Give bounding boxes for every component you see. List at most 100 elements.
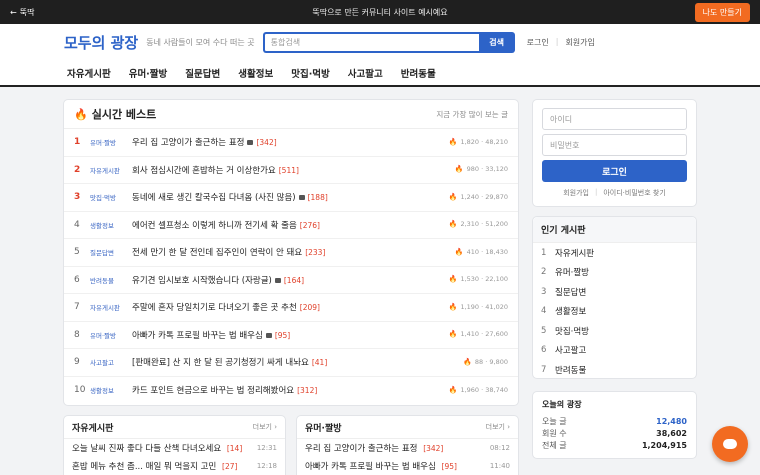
stat-label: 회원 수 xyxy=(542,428,567,438)
search-button[interactable]: 검색 xyxy=(478,32,515,53)
post-title[interactable]: 카드 포인트 현금으로 바꾸는 법 정리해봤어요 [312] xyxy=(132,384,449,396)
nav-item-life[interactable]: 생활정보 xyxy=(238,66,273,80)
login-button[interactable]: 로그인 xyxy=(542,160,687,182)
post-title[interactable]: 유기견 임시보호 시작했습니다 (자랑글) [164] xyxy=(132,274,449,286)
board-name: 유머·짤방 xyxy=(555,268,589,279)
board-name: 맛집·먹방 xyxy=(555,326,589,337)
board-name: 질문답변 xyxy=(555,287,587,298)
post-title[interactable]: 아빠가 카톡 프로필 바꾸는 법 배우심 [95] xyxy=(132,329,449,341)
best-post-row[interactable]: 9 사고팔고 [판매완료] 산 지 한 달 된 공기청정기 싸게 내놔요 [41] 🔥 8… xyxy=(64,349,518,377)
category-label[interactable]: 자유게시판 xyxy=(90,165,132,175)
id-field[interactable]: 아이디 xyxy=(542,108,687,130)
best-post-row[interactable]: 5 질문답변 전세 만기 한 달 전인데 집주인이 연락이 안 돼요 [233] 🔥 41… xyxy=(64,239,518,267)
signup-link[interactable]: 회원가입 xyxy=(563,188,589,198)
login-links: 회원가입 | 아이디·비밀번호 찾기 xyxy=(542,188,687,198)
best-post-row[interactable]: 4 생활정보 에어컨 셀프청소 이렇게 하니까 전기세 확 줄음 [276] 🔥 2,31… xyxy=(64,212,518,239)
post-time: 08:12 xyxy=(489,444,510,452)
board-preview-humor: 유머·짤방 더보기 › 우리 집 고양이가 출근하는 표정 [342] 08:1… xyxy=(296,415,519,475)
best-post-row[interactable]: 2 자유게시판 회사 점심시간에 혼밥하는 거 이상한가요 [511] 🔥 980 · 3… xyxy=(64,157,518,184)
popular-board-item[interactable]: 1 자유게시판 xyxy=(533,243,696,263)
popular-board-item[interactable]: 6 사고팔고 xyxy=(533,341,696,361)
likes-views: 980 · 33,120 xyxy=(466,165,508,174)
comment-count: [188] xyxy=(307,193,328,203)
item-number: 4 xyxy=(541,306,547,317)
category-label[interactable]: 유머·짤방 xyxy=(90,330,132,340)
popular-board-item[interactable]: 4 생활정보 xyxy=(533,302,696,322)
nav-item-free[interactable]: 자유게시판 xyxy=(67,66,111,80)
arrow-left-icon: ← xyxy=(10,7,17,17)
password-field[interactable]: 비밀번호 xyxy=(542,134,687,156)
best-post-row[interactable]: 1 유머·짤방 우리 집 고양이가 출근하는 표정 [342] 🔥 1,820 · 48,… xyxy=(64,129,518,157)
signup-link[interactable]: 회원가입 xyxy=(565,37,594,48)
popular-board-item[interactable]: 7 반려동물 xyxy=(533,360,696,380)
post-title[interactable]: 주말에 혼자 당일치기로 다녀오기 좋은 곳 추천 [209] xyxy=(132,301,449,313)
category-label[interactable]: 질문답변 xyxy=(90,247,132,257)
item-number: 6 xyxy=(541,345,547,356)
post-title[interactable]: [판매완료] 산 지 한 달 된 공기청정기 싸게 내놔요 [41] xyxy=(132,356,463,368)
category-label[interactable]: 생활정보 xyxy=(90,220,132,230)
category-label[interactable]: 유머·짤방 xyxy=(90,137,132,147)
best-post-row[interactable]: 8 유머·짤방 아빠가 카톡 프로필 바꾸는 법 배우심 [95] 🔥 1,410 · 2… xyxy=(64,322,518,349)
popular-board-item[interactable]: 2 유머·짤방 xyxy=(533,263,696,283)
list-item[interactable]: 우리 집 고양이가 출근하는 표정 [342] 08:12 xyxy=(297,439,518,457)
more-link[interactable]: 더보기 › xyxy=(253,422,277,432)
likes-views: 410 · 18,430 xyxy=(466,247,508,256)
sidebar: 아이디 비밀번호 로그인 회원가입 | 아이디·비밀번호 찾기 인기 게시판 1… xyxy=(532,99,697,459)
find-account-link[interactable]: 아이디·비밀번호 찾기 xyxy=(603,188,665,198)
popular-board-item[interactable]: 5 맛집·먹방 xyxy=(533,321,696,341)
best-post-row[interactable]: 6 반려동물 유기견 임시보호 시작했습니다 (자랑글) [164] 🔥 1,530 · … xyxy=(64,267,518,294)
best-subtitle: 지금 가장 많이 보는 글 xyxy=(436,109,508,119)
nav-item-qna[interactable]: 질문답변 xyxy=(185,66,220,80)
fire-icon: 🔥 xyxy=(463,357,472,366)
list-item[interactable]: 오늘 날씨 진짜 좋다 다들 산책 다녀오세요 [14] 12:31 xyxy=(64,439,285,457)
category-label[interactable]: 자유게시판 xyxy=(90,302,132,312)
best-post-row[interactable]: 10 생활정보 카드 포인트 현금으로 바꾸는 법 정리해봤어요 [312] 🔥 1,96… xyxy=(64,377,518,405)
post-title[interactable]: 회사 점심시간에 혼밥하는 거 이상한가요 [511] xyxy=(132,164,455,176)
fire-icon: 🔥 xyxy=(448,275,458,284)
post-stats: 🔥 410 · 18,430 xyxy=(455,248,508,257)
list-item[interactable]: 혼밥 메뉴 추천 좀... 매일 뭐 먹을지 고민 [27] 12:18 xyxy=(64,457,285,475)
best-list: 1 유머·짤방 우리 집 고양이가 출근하는 표정 [342] 🔥 1,820 · 48,… xyxy=(64,129,518,404)
nav-item-market[interactable]: 사고팔고 xyxy=(348,66,383,80)
comment-count: [209] xyxy=(299,303,320,313)
post-stats: 🔥 1,190 · 41,020 xyxy=(449,303,508,312)
list-item[interactable]: 아빠가 카톡 프로필 바꾸는 법 배우심 [95] 11:40 xyxy=(297,457,518,475)
category-label[interactable]: 반려동물 xyxy=(90,275,132,285)
board-title[interactable]: 유머·짤방 xyxy=(305,421,342,434)
rank-number: 10 xyxy=(74,385,86,396)
rank-number: 3 xyxy=(74,192,81,203)
best-post-row[interactable]: 7 자유게시판 주말에 혼자 당일치기로 다녀오기 좋은 곳 추천 [209] 🔥 1,1… xyxy=(64,294,518,322)
fire-icon: 🔥 xyxy=(448,302,458,311)
stat-label: 오늘 글 xyxy=(542,416,567,426)
fire-icon: 🔥 xyxy=(448,137,458,146)
top-banner: ← 뚝딱 뚝딱으로 만든 커뮤니티 사이트 예시예요 나도 만들기 xyxy=(0,0,760,24)
search-input[interactable]: 통합검색 xyxy=(262,32,479,53)
fire-icon: 🔥 xyxy=(74,107,88,121)
comment-count: [342] xyxy=(256,138,277,148)
site-logo[interactable]: 모두의 광장 xyxy=(64,32,138,53)
more-link[interactable]: 더보기 › xyxy=(486,422,510,432)
site-tagline: 동네 사람들이 모여 수다 떠는 곳 xyxy=(146,38,255,47)
nav-item-pets[interactable]: 반려동물 xyxy=(401,66,436,80)
post-title[interactable]: 동네에 새로 생긴 칼국수집 다녀옴 (사진 많음) [188] xyxy=(132,191,449,203)
board-title[interactable]: 자유게시판 xyxy=(72,421,113,434)
post-title[interactable]: 에어컨 셀프청소 이렇게 하니까 전기세 확 줄음 [276] xyxy=(132,219,449,231)
category-label[interactable]: 생활정보 xyxy=(90,385,132,395)
popular-list: 1 자유게시판 2 유머·짤방 3 질문답변 4 생활정보 5 맛집·먹방 6 사고팔고 7 반려동물 xyxy=(533,243,696,380)
chat-button[interactable] xyxy=(712,426,748,462)
nav-item-humor[interactable]: 유머·짤방 xyxy=(129,66,168,80)
stat-row: 오늘 글 12,480 xyxy=(542,415,687,427)
chevron-right-icon: › xyxy=(507,423,510,431)
board-previews: 자유게시판 더보기 › 오늘 날씨 진짜 좋다 다들 산책 다녀오세요 [14]… xyxy=(63,415,519,475)
make-my-own-button[interactable]: 나도 만들기 xyxy=(694,2,750,22)
nav-item-food[interactable]: 맛집·먹방 xyxy=(291,66,330,80)
login-link[interactable]: 로그인 xyxy=(527,37,549,48)
post-title[interactable]: 전세 만기 한 달 전인데 집주인이 연락이 안 돼요 [233] xyxy=(132,246,455,258)
category-label[interactable]: 맛집·먹방 xyxy=(90,192,132,202)
rank-number: 8 xyxy=(74,329,80,340)
post-title[interactable]: 우리 집 고양이가 출근하는 표정 [342] xyxy=(132,136,449,148)
popular-board-item[interactable]: 3 질문답변 xyxy=(533,282,696,302)
category-label[interactable]: 사고팔고 xyxy=(90,357,132,367)
best-post-row[interactable]: 3 맛집·먹방 동네에 새로 생긴 칼국수집 다녀옴 (사진 많음) [188] 🔥 1,… xyxy=(64,184,518,212)
back-link[interactable]: ← 뚝딱 xyxy=(10,7,34,18)
